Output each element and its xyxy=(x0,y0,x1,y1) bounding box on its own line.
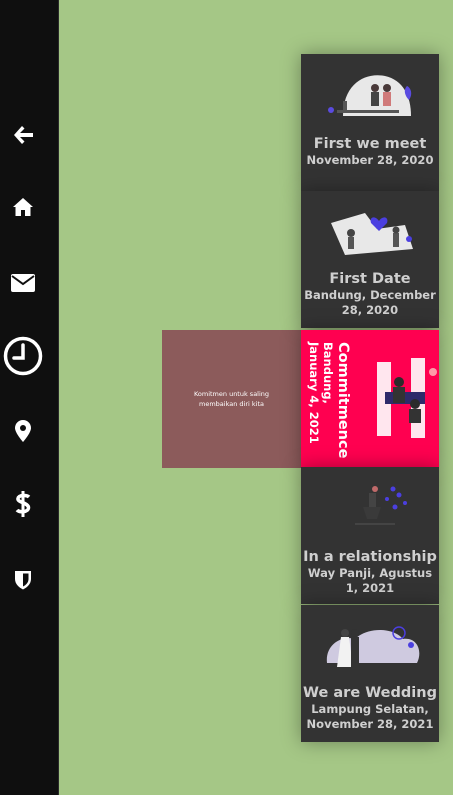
event-description-panel: Komitmen untuk saling membaikan diri kit… xyxy=(162,330,301,468)
event-title: Commitmence xyxy=(335,342,351,459)
event-text-group: Commitmence Bandung, January 4, 2021 xyxy=(305,342,351,459)
event-location-date: Way Panji, Agustus 1, 2021 xyxy=(307,566,433,595)
nav-location-button[interactable] xyxy=(0,408,45,453)
event-location-date: Bandung, January 4, 2021 xyxy=(307,342,335,444)
timeline-card-wedding[interactable]: We are Wedding Lampung Selatan, November… xyxy=(301,605,439,742)
nav-protocol-button[interactable] xyxy=(0,557,45,602)
event-location-date: Bandung, December 28, 2020 xyxy=(304,288,436,317)
event-title: We are Wedding xyxy=(303,685,437,701)
event-date: November 28, 2020 xyxy=(306,153,434,167)
timeline-card-first-meet[interactable]: First we meet November 28, 2020 xyxy=(301,54,439,191)
couple-with-hearts-icon xyxy=(331,213,413,255)
clock-icon xyxy=(3,336,42,375)
shield-icon xyxy=(14,570,31,589)
event-title: First we meet xyxy=(313,136,427,152)
nav-home-button[interactable] xyxy=(0,184,45,229)
timeline-card-commitment[interactable]: Commitmence Bandung, January 4, 2021 xyxy=(301,330,439,467)
couple-at-table-icon xyxy=(377,358,437,438)
event-description-text: Komitmen untuk saling membaikan diri kit… xyxy=(193,390,270,408)
timeline-card-relationship[interactable]: In a relationship Way Panji, Agustus 1, … xyxy=(301,467,439,604)
arrow-left-icon xyxy=(13,125,33,144)
event-title: In a relationship xyxy=(303,549,437,565)
couple-with-balloons-icon xyxy=(355,486,407,525)
couple-on-bench-icon xyxy=(328,75,412,116)
nav-back-button[interactable] xyxy=(0,112,45,157)
nav-mail-button[interactable] xyxy=(0,260,45,305)
wedding-couple-icon xyxy=(326,626,420,667)
nav-timeline-button[interactable] xyxy=(0,333,45,378)
home-icon xyxy=(12,197,33,216)
sidebar-nav xyxy=(0,0,59,795)
nav-gift-button[interactable] xyxy=(0,481,45,526)
timeline-card-first-date[interactable]: First Date Bandung, December 28, 2020 xyxy=(301,191,439,328)
event-title: First Date xyxy=(329,271,411,287)
event-location-date: Lampung Selatan, November 28, 2021 xyxy=(306,702,434,731)
dollar-icon xyxy=(15,490,30,517)
map-marker-icon xyxy=(14,419,31,442)
envelope-icon xyxy=(10,273,35,292)
